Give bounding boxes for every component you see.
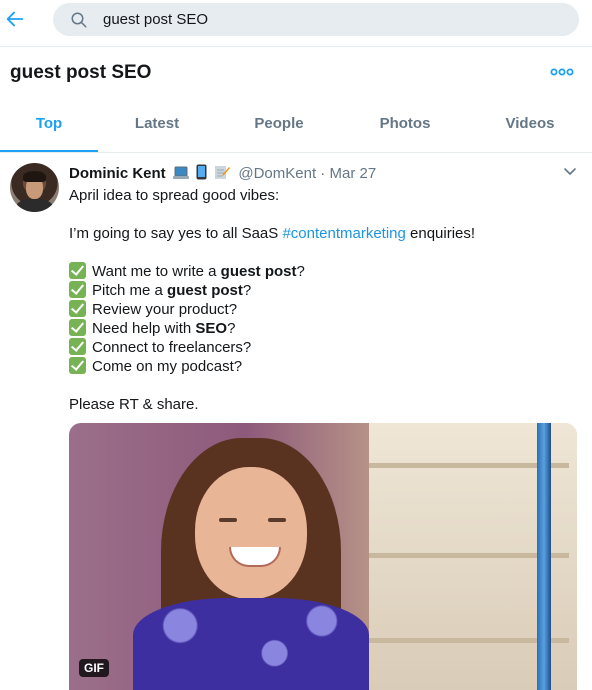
tab-photos[interactable]: Photos [355,102,455,150]
tab-people[interactable]: People [229,102,329,150]
top-bar [0,0,592,47]
check-mark-emoji-icon [69,357,86,374]
tweet-line: Please RT & share. [69,396,199,413]
laptop-emoji-icon [172,166,189,179]
check-mark-emoji-icon [69,262,86,279]
tweet-date[interactable]: Mar 27 [329,165,376,182]
gif-background-pole [537,423,551,690]
author-name[interactable]: Dominic Kent [69,165,166,182]
tab-latest[interactable]: Latest [107,102,207,150]
gif-media[interactable]: GIF [69,423,577,690]
tab-top[interactable]: Top [0,102,98,152]
tweet-line: I’m going to say yes to all SaaS #conten… [69,224,579,243]
check-mark-emoji-icon [69,281,86,298]
avatar[interactable] [10,163,59,212]
list-item: Need help with SEO? [69,319,579,338]
search-input[interactable] [103,3,563,36]
list-item: Pitch me a guest post? [69,281,579,300]
search-tabs: Top Latest People Photos Videos [0,102,592,153]
list-item: Want me to write a guest post? [69,262,579,281]
tweet-header: Dominic Kent @DomKent · Mar 27 [69,164,376,182]
tweet[interactable]: Dominic Kent @DomKent · Mar 27 April ide… [0,153,592,690]
check-mark-emoji-icon [69,300,86,317]
search-icon [71,12,87,28]
chevron-down-icon[interactable] [563,167,577,177]
hashtag-link[interactable]: #contentmarketing [282,225,405,242]
author-handle[interactable]: @DomKent [238,165,316,182]
header-separator: · [316,165,330,182]
tweet-text-segment: I’m going to say yes to all SaaS [69,225,283,242]
list-item: Connect to freelancers? [69,338,579,357]
mobile-phone-emoji-icon [196,164,207,180]
back-arrow-icon[interactable] [4,8,26,30]
memo-emoji-icon [215,166,231,179]
page-title: guest post SEO [10,62,152,83]
list-item: Review your product? [69,300,579,319]
tweet-text: April idea to spread good vibes: I’m goi… [69,186,579,414]
tab-videos[interactable]: Videos [480,102,580,150]
search-box[interactable] [53,3,579,36]
more-options-icon[interactable] [550,66,574,78]
check-mark-emoji-icon [69,319,86,336]
gif-badge: GIF [79,659,109,677]
check-mark-emoji-icon [69,338,86,355]
tweet-text-segment: enquiries! [405,225,476,242]
list-item: Come on my podcast? [69,357,579,376]
tweet-line: April idea to spread good vibes: [69,187,280,204]
